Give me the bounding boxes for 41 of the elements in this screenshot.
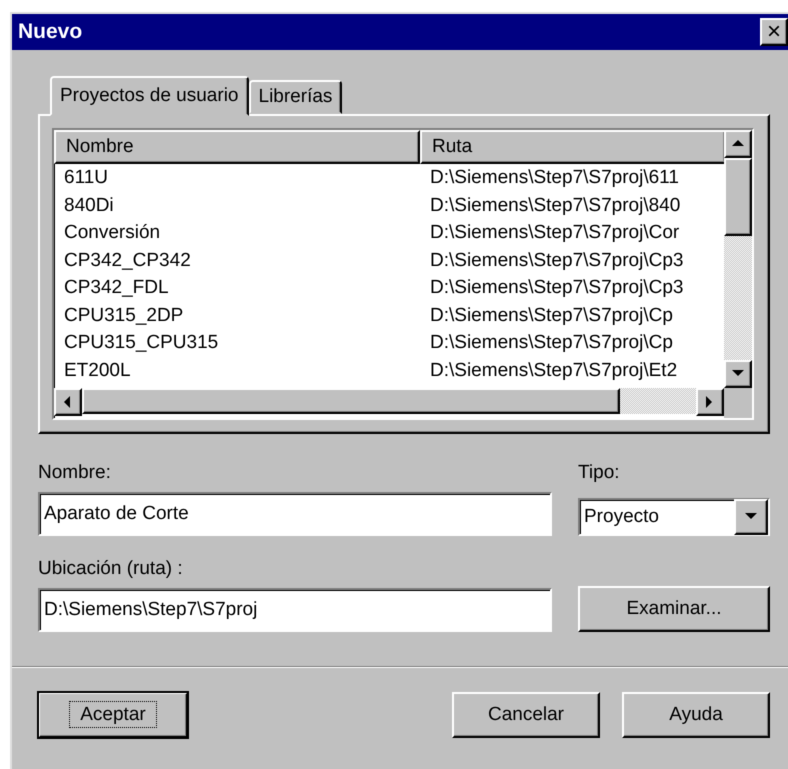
table-cell-text: D:\Siemens\Step7\S7proj\Cp3 <box>429 276 684 300</box>
name-field[interactable]: Aparato de Corte <box>38 492 552 536</box>
location-field[interactable]: D:\Siemens\Step7\S7proj <box>38 588 552 632</box>
scroll-down-button[interactable] <box>724 360 752 388</box>
tab[interactable]: Librerías <box>248 80 342 114</box>
scrollbar-corner <box>724 388 752 418</box>
dialog-button[interactable]: Cancelar <box>452 692 600 738</box>
scroll-right-button[interactable] <box>696 388 724 416</box>
column-header[interactable]: Ruta <box>420 130 724 164</box>
browse-button[interactable]: Examinar... <box>578 586 770 632</box>
table-cell-text: D:\Siemens\Step7\S7proj\Cp <box>429 304 674 328</box>
dialog-button[interactable]: Ayuda <box>622 692 770 738</box>
table-cell-text: CP342_CP342 <box>63 248 192 272</box>
tab[interactable]: Proyectos de usuario <box>50 76 248 116</box>
type-label: Tipo: <box>578 462 621 484</box>
table-cell-text: 611U <box>63 166 110 190</box>
table-cell-text: D:\Siemens\Step7\S7proj\Cp <box>429 331 674 355</box>
table-cell-text: ET200L <box>63 358 132 382</box>
table-cell-text: D:\Siemens\Step7\S7proj\611 <box>429 166 680 190</box>
window-title: Nuevo <box>18 20 82 44</box>
table-cell-text: 840Di <box>63 194 115 218</box>
name-label: Nombre: <box>38 462 112 484</box>
vertical-scrollbar[interactable] <box>724 130 752 388</box>
table-cell-text: D:\Siemens\Step7\S7proj\Et2 <box>429 358 678 382</box>
table-cell-text: D:\Siemens\Step7\S7proj\Cp3 <box>429 248 684 272</box>
table-cell-text: CPU315_CPU315 <box>63 331 220 355</box>
horizontal-scrollbar[interactable] <box>54 388 724 414</box>
close-button[interactable]: × <box>760 18 788 46</box>
scroll-thumb[interactable] <box>724 158 752 236</box>
table-cell-text: CP342_FDL <box>63 276 170 300</box>
type-dropdown[interactable]: Proyecto <box>578 498 770 536</box>
column-header[interactable]: Nombre <box>54 130 420 164</box>
table-cell-text: D:\Siemens\Step7\S7proj\840 <box>429 194 682 218</box>
location-label: Ubicación (ruta) : <box>38 558 184 580</box>
scroll-up-button[interactable] <box>724 130 752 158</box>
table-cell-text: D:\Siemens\Step7\S7proj\Cor <box>429 221 680 245</box>
scroll-left-button[interactable] <box>54 388 82 416</box>
dialog-button[interactable]: Aceptar <box>38 692 188 738</box>
scroll-thumb[interactable] <box>82 388 620 414</box>
table-cell-text: CPU315_2DP <box>63 304 184 328</box>
table-cell-text: Conversión <box>63 221 162 245</box>
